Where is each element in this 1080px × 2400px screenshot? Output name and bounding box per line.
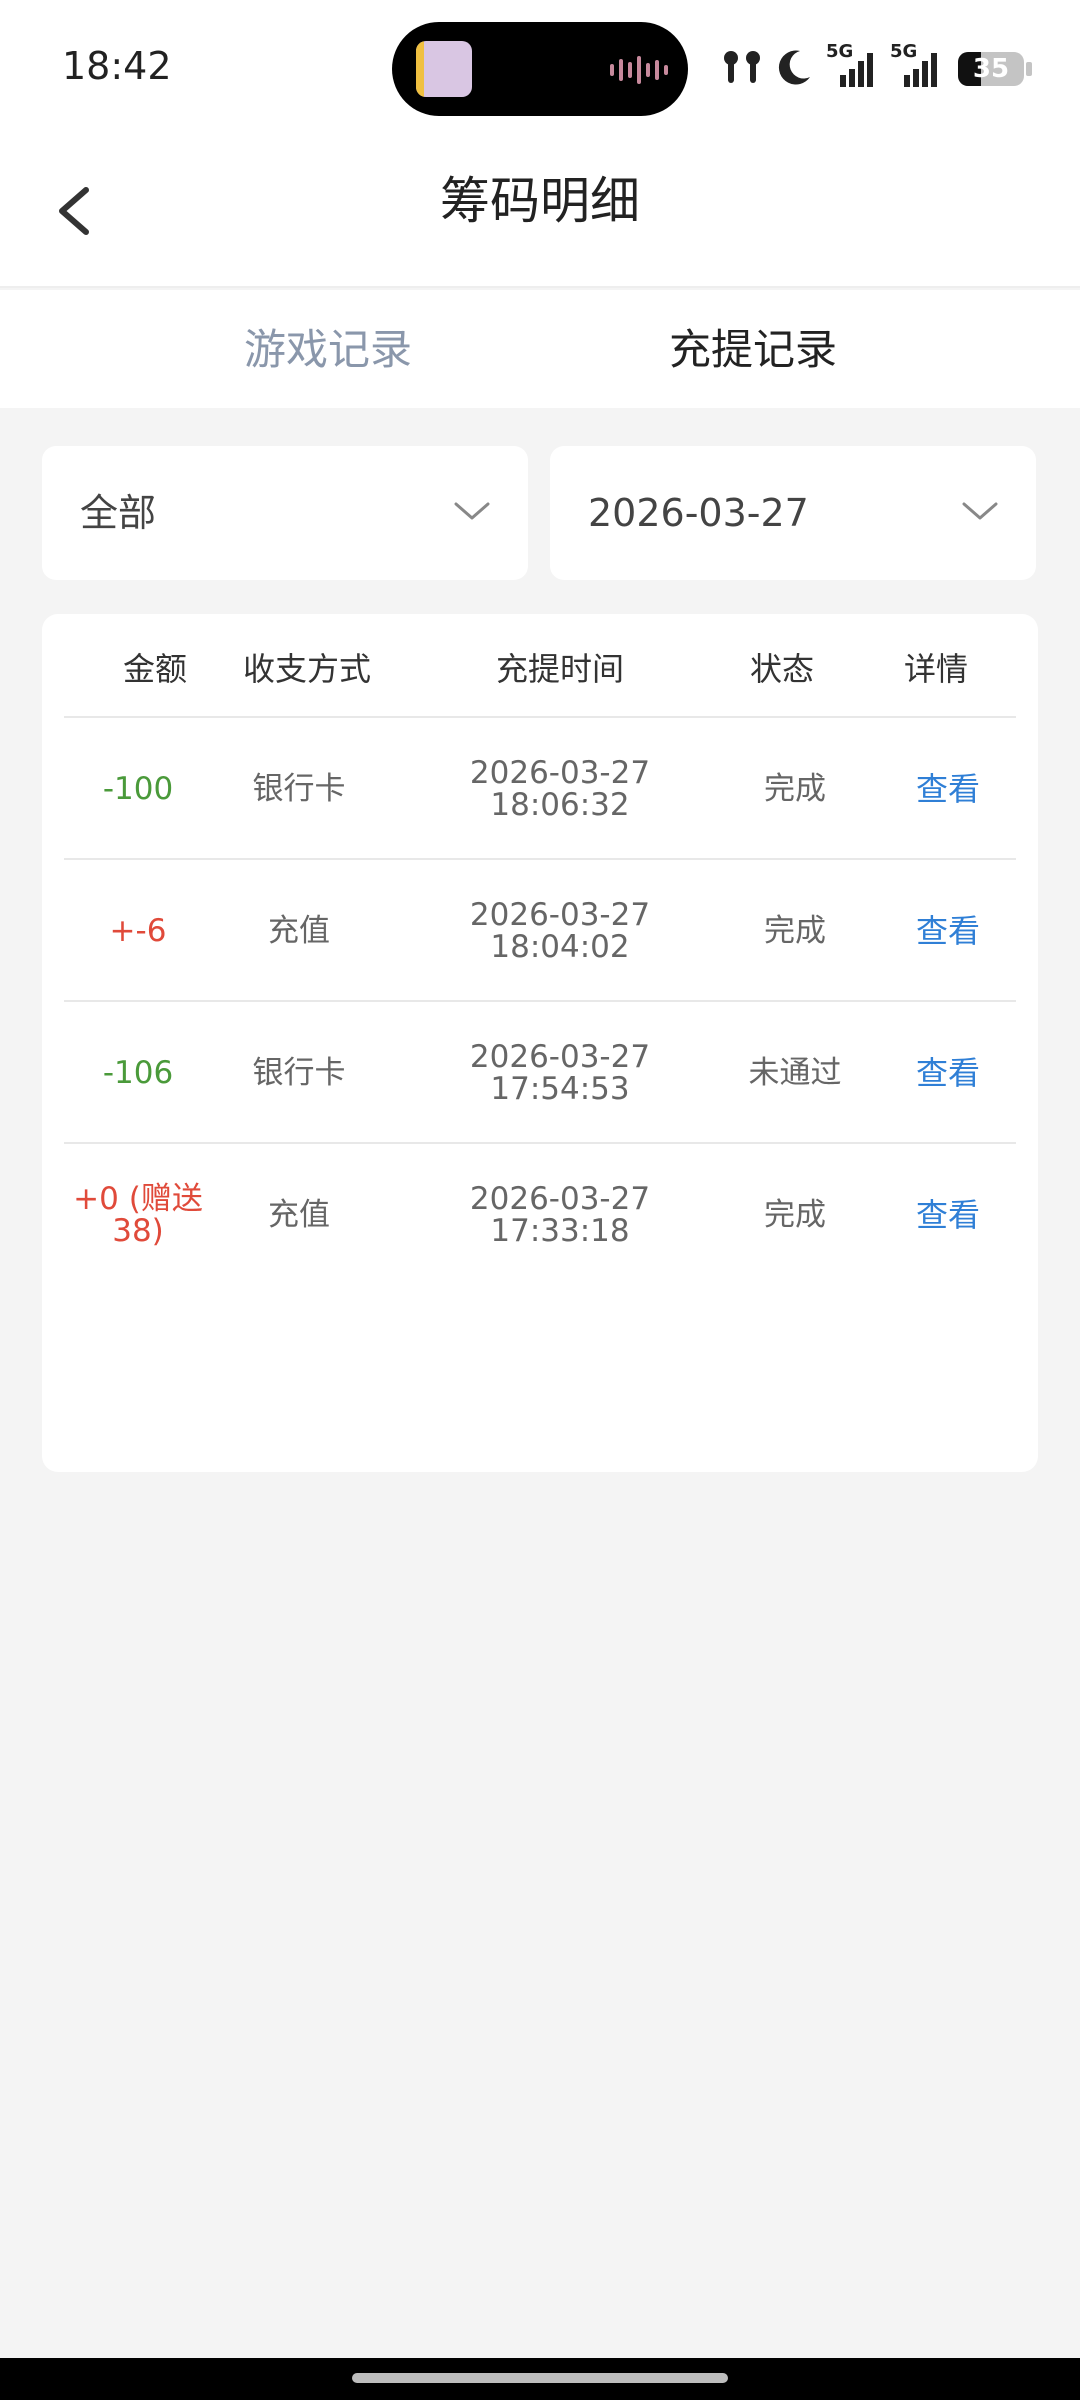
chevron-down-icon (454, 502, 490, 520)
date-filter-dropdown[interactable]: 2026-03-27 (550, 446, 1036, 580)
time-cell-time: 17:54:53 (490, 1071, 630, 1107)
amount-cell: +-6 (109, 913, 167, 949)
battery-level: 35 (972, 54, 1010, 84)
chevron-down-icon (962, 502, 998, 520)
page-title: 筹码明细 (440, 172, 640, 230)
status-time: 18:42 (62, 44, 172, 88)
battery-icon: 35 (958, 52, 1024, 86)
amount-cell: -106 (102, 1055, 174, 1091)
tab-game-records[interactable]: 游戏记录 (244, 320, 412, 380)
table-row: +-6 充值 2026-03-27 18:04:02 完成 查看 (64, 858, 1016, 1000)
signal-icon: 5G (826, 41, 878, 89)
status-cell: 未通过 (748, 1055, 842, 1091)
view-detail-link[interactable]: 查看 (898, 718, 998, 860)
date-filter-value: 2026-03-27 (588, 491, 809, 535)
view-detail-link[interactable]: 查看 (898, 1144, 998, 1286)
status-bar: 18:42 5G 5G 35 (0, 0, 1080, 138)
column-header-detail: 详情 (903, 650, 968, 688)
method-cell: 充值 (268, 1197, 330, 1233)
time-cell: 2026-03-27 18:04:02 (440, 860, 680, 1002)
earbuds-icon (724, 51, 760, 83)
album-art-icon (416, 41, 472, 97)
home-indicator[interactable] (352, 2373, 728, 2383)
column-header-time: 充提时间 (495, 650, 624, 688)
table-row: +0 (赠送38) 充值 2026-03-27 17:33:18 完成 查看 (64, 1142, 1016, 1284)
view-detail-link[interactable]: 查看 (898, 860, 998, 1002)
dynamic-island[interactable] (392, 22, 688, 116)
method-cell: 充值 (268, 913, 330, 949)
time-cell: 2026-03-27 17:33:18 (440, 1144, 680, 1286)
status-cell: 完成 (764, 771, 826, 807)
table-row: -106 银行卡 2026-03-27 17:54:53 未通过 查看 (64, 1000, 1016, 1142)
status-cell: 完成 (764, 1197, 826, 1233)
column-header-method: 收支方式 (242, 650, 371, 688)
time-cell-time: 17:33:18 (490, 1213, 630, 1249)
time-cell-time: 18:04:02 (490, 929, 630, 965)
time-cell-date: 2026-03-27 (469, 1039, 651, 1075)
amount-cell: +0 (赠送38) (73, 1181, 203, 1249)
time-cell-time: 18:06:32 (490, 787, 630, 823)
tab-deposit-withdraw-records[interactable]: 充提记录 (669, 320, 837, 380)
records-table: 金额 收支方式 充提时间 状态 详情 -100 银行卡 2026-03-27 1… (42, 614, 1038, 1472)
time-cell-date: 2026-03-27 (469, 1181, 651, 1217)
table-row: -100 银行卡 2026-03-27 18:06:32 完成 查看 (64, 716, 1016, 858)
view-detail-link[interactable]: 查看 (898, 1002, 998, 1144)
battery-cap (1026, 62, 1032, 76)
type-filter-value: 全部 (80, 491, 157, 535)
column-header-amount: 金额 (122, 650, 187, 688)
time-cell: 2026-03-27 18:06:32 (440, 718, 680, 860)
status-icons: 5G 5G (720, 41, 942, 90)
header: 筹码明细 (0, 138, 1080, 288)
method-cell: 银行卡 (252, 1055, 346, 1091)
method-cell: 银行卡 (252, 771, 346, 807)
column-header-status: 状态 (749, 650, 814, 688)
audio-wave-icon (610, 56, 668, 84)
tab-bar: 游戏记录 充提记录 (0, 290, 1080, 408)
type-filter-dropdown[interactable]: 全部 (42, 446, 528, 580)
time-cell: 2026-03-27 17:54:53 (440, 1002, 680, 1144)
amount-cell: -100 (102, 771, 174, 807)
time-cell-date: 2026-03-27 (469, 897, 651, 933)
signal-icon: 5G (890, 41, 942, 89)
time-cell-date: 2026-03-27 (469, 755, 651, 791)
moon-icon (778, 50, 810, 85)
status-cell: 完成 (764, 913, 826, 949)
